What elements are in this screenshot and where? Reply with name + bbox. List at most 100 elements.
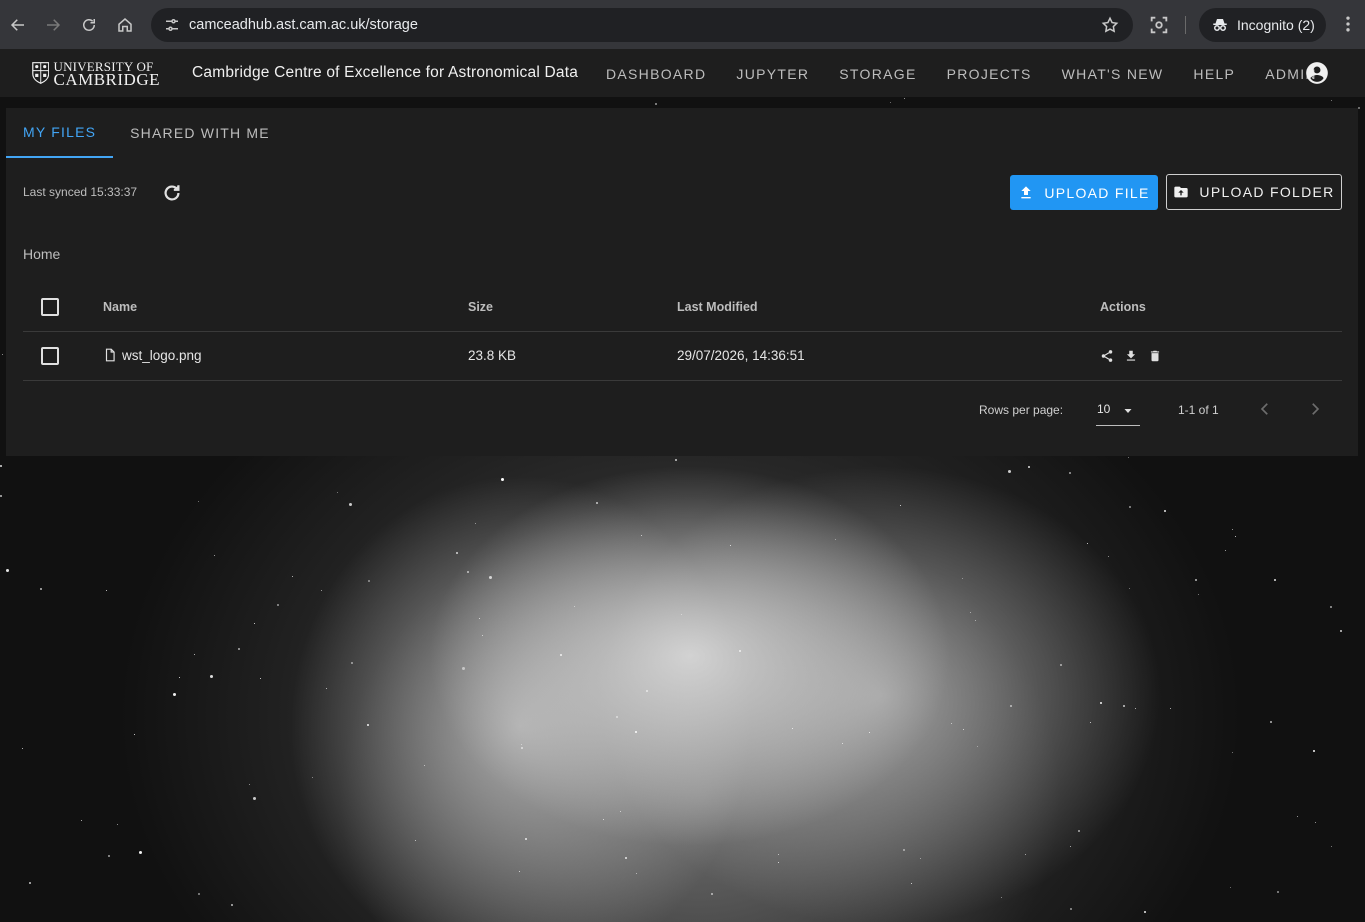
table-row[interactable]: wst_logo.png 23.8 KB 29/07/2026, 14:36:5… — [23, 331, 1342, 381]
previous-page-icon[interactable] — [1256, 400, 1274, 418]
star-dot — [792, 728, 793, 729]
star-dot — [467, 571, 469, 573]
next-page-icon[interactable] — [1306, 400, 1324, 418]
star-dot — [1230, 887, 1231, 888]
folder-upload-icon — [1174, 186, 1189, 198]
star-dot — [462, 667, 465, 670]
top-navigation: DASHBOARD JUPYTER STORAGE PROJECTS WHAT'… — [606, 66, 1347, 82]
star-dot — [975, 620, 976, 621]
url-text[interactable]: camceadhub.ast.cam.ac.uk/storage — [189, 17, 418, 33]
star-dot — [1235, 536, 1236, 537]
reload-icon[interactable] — [71, 7, 107, 43]
star-dot — [1090, 722, 1091, 723]
incognito-badge[interactable]: Incognito (2) — [1199, 8, 1326, 42]
star-dot — [173, 693, 176, 696]
file-icon — [105, 348, 115, 362]
column-size[interactable]: Size — [468, 283, 677, 332]
star-dot — [1135, 708, 1136, 709]
star-dot — [646, 690, 648, 692]
star-dot — [655, 103, 657, 105]
refresh-icon[interactable] — [161, 182, 183, 204]
star-dot — [337, 492, 338, 493]
back-icon[interactable] — [0, 7, 36, 43]
star-dot — [625, 857, 627, 859]
star-dot — [521, 744, 522, 745]
breadcrumb[interactable]: Home — [23, 246, 60, 262]
table-header-row: Name Size Last Modified Actions — [23, 283, 1342, 332]
star-dot — [179, 677, 180, 678]
app-header: UNIVERSITY OF CAMBRIDGE Cambridge Centre… — [0, 49, 1365, 97]
forward-icon[interactable] — [35, 7, 71, 43]
star-dot — [560, 654, 562, 656]
star-dot — [620, 811, 621, 812]
star-dot — [603, 819, 604, 820]
university-logo[interactable]: UNIVERSITY OF CAMBRIDGE — [32, 58, 160, 88]
file-name[interactable]: wst_logo.png — [122, 348, 202, 363]
browser-toolbar: camceadhub.ast.cam.ac.uk/storage Incogni… — [0, 0, 1365, 49]
star-dot — [681, 614, 682, 615]
star-dot — [1315, 822, 1316, 823]
select-all-checkbox[interactable] — [41, 297, 59, 316]
star-dot — [198, 501, 199, 502]
star-dot — [210, 675, 213, 678]
lens-icon[interactable] — [1148, 14, 1170, 36]
star-dot — [349, 503, 352, 506]
star-dot — [1358, 107, 1360, 109]
kebab-menu-icon[interactable] — [1338, 14, 1358, 36]
star-dot — [951, 723, 952, 724]
upload-file-label: UPLOAD FILE — [1044, 184, 1150, 201]
star-dot — [636, 873, 637, 874]
column-name[interactable]: Name — [103, 283, 468, 332]
bookmark-star-icon[interactable] — [1101, 16, 1119, 34]
upload-file-button[interactable]: UPLOAD FILE — [1010, 175, 1158, 210]
star-dot — [117, 824, 118, 825]
star-dot — [108, 855, 110, 857]
home-icon[interactable] — [107, 7, 143, 43]
logo-line2: CAMBRIDGE — [53, 70, 160, 89]
download-icon[interactable] — [1124, 349, 1138, 363]
nav-storage[interactable]: STORAGE — [839, 66, 916, 82]
site-title[interactable]: Cambridge Centre of Excellence for Astro… — [192, 64, 578, 82]
star-dot — [1025, 854, 1026, 855]
star-dot — [778, 854, 779, 855]
star-dot — [106, 590, 107, 591]
star-dot — [970, 612, 971, 613]
star-dot — [1232, 529, 1233, 530]
delete-icon[interactable] — [1148, 349, 1162, 363]
star-dot — [1060, 664, 1062, 666]
star-dot — [198, 893, 200, 895]
row-actions — [1100, 349, 1342, 363]
star-dot — [1225, 550, 1226, 551]
star-dot — [367, 724, 369, 726]
nav-projects[interactable]: PROJECTS — [947, 66, 1032, 82]
star-dot — [277, 604, 279, 606]
star-dot — [81, 820, 82, 821]
upload-folder-button[interactable]: UPLOAD FOLDER — [1166, 174, 1342, 210]
star-dot — [842, 743, 843, 744]
nav-help[interactable]: HELP — [1193, 66, 1235, 82]
star-dot — [1164, 510, 1166, 512]
star-dot — [482, 635, 483, 636]
incognito-label: Incognito (2) — [1237, 17, 1315, 33]
nav-whats-new[interactable]: WHAT'S NEW — [1062, 66, 1164, 82]
column-last-modified[interactable]: Last Modified — [677, 283, 1100, 332]
star-dot — [616, 716, 618, 718]
upload-icon — [1021, 185, 1031, 198]
star-dot — [730, 545, 731, 546]
star-dot — [214, 555, 215, 556]
row-checkbox[interactable] — [41, 346, 59, 365]
address-bar[interactable]: camceadhub.ast.cam.ac.uk/storage — [151, 8, 1133, 42]
share-icon[interactable] — [1100, 349, 1114, 363]
tab-my-files[interactable]: MY FILES — [6, 108, 114, 158]
nav-dashboard[interactable]: DASHBOARD — [606, 66, 706, 82]
toolbar-divider — [1185, 16, 1186, 34]
star-dot — [977, 746, 978, 747]
account-circle-icon[interactable] — [1304, 60, 1330, 86]
star-dot — [904, 98, 905, 99]
site-settings-icon[interactable] — [163, 16, 181, 34]
rows-per-page-select[interactable]: 10 — [1096, 396, 1140, 426]
nav-jupyter[interactable]: JUPYTER — [736, 66, 809, 82]
star-dot — [254, 623, 255, 624]
star-dot — [521, 747, 523, 749]
tab-shared-with-me[interactable]: SHARED WITH ME — [113, 108, 287, 158]
